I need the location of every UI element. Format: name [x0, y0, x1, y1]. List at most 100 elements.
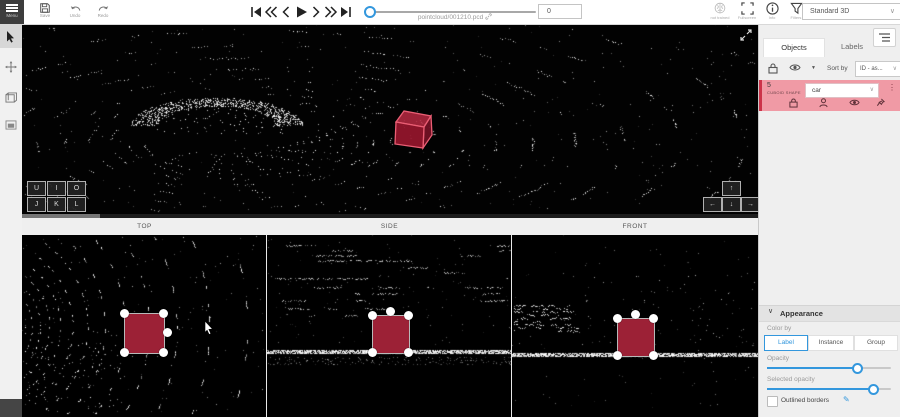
move-icon [5, 61, 17, 73]
handle-front-ne[interactable] [649, 314, 658, 323]
nav-arrow-right[interactable]: → [741, 197, 758, 212]
color-mode-instance-button[interactable]: Instance [808, 335, 854, 351]
chevron-down-icon: ∨ [870, 84, 874, 97]
pointcloud-filename: pointcloud/001210.pcd [380, 13, 530, 21]
handle-top-ne[interactable] [159, 309, 168, 318]
fullscreen-button[interactable]: Fullscreen [733, 2, 761, 20]
undo-button[interactable]: Undo [62, 2, 88, 18]
image-tool-button[interactable] [0, 114, 22, 137]
play-button[interactable] [294, 5, 309, 19]
object-lock-button[interactable] [789, 98, 798, 108]
front-view-panel[interactable] [512, 235, 758, 417]
play-icon [294, 5, 308, 19]
handle-front-se[interactable] [649, 351, 658, 360]
handle-top-se[interactable] [159, 348, 168, 357]
sort-select[interactable]: ID - as... ∨ [855, 61, 900, 77]
menu-button[interactable]: Menu [0, 0, 24, 24]
pin-icon [876, 98, 885, 108]
link-icon [485, 13, 492, 20]
nav-key-l[interactable]: L [67, 197, 86, 212]
step-forward-button[interactable] [309, 5, 324, 19]
handle-side-ne[interactable] [404, 311, 413, 320]
select-tool-button[interactable] [0, 25, 22, 48]
nav-arrow-up[interactable]: ↑ [722, 181, 741, 196]
skip-to-last-button[interactable] [339, 5, 354, 19]
object-menu-button[interactable]: ⋮ [888, 83, 896, 92]
outlined-borders-checkbox[interactable] [767, 396, 778, 407]
lock-icon [789, 98, 798, 108]
handle-top-nw[interactable] [120, 309, 129, 318]
nav-arrow-left[interactable]: ← [703, 197, 722, 212]
handle-front-top[interactable] [631, 310, 640, 319]
appearance-header[interactable]: ∨ Appearance [759, 305, 900, 322]
nav-key-u[interactable]: U [27, 181, 46, 196]
selected-cuboid-3d[interactable] [22, 24, 758, 218]
cuboid-side-view[interactable] [372, 315, 410, 354]
not-trained-indicator: not trained [706, 2, 734, 20]
selected-opacity-slider-handle[interactable] [868, 384, 879, 395]
step-backward-button[interactable] [279, 5, 294, 19]
object-assignee-button[interactable] [819, 98, 828, 108]
tab-objects[interactable]: Objects [763, 38, 825, 57]
expand-caret-icon[interactable]: ▼ [811, 65, 816, 71]
handle-top-rotate[interactable] [163, 328, 172, 337]
object-class-select[interactable]: car ∨ [805, 83, 879, 98]
handle-front-sw[interactable] [613, 351, 622, 360]
nav-key-o[interactable]: O [67, 181, 86, 196]
object-class-value: car [812, 87, 821, 94]
handle-top-sw[interactable] [120, 348, 129, 357]
handle-side-top[interactable] [386, 307, 395, 316]
handle-side-nw[interactable] [368, 311, 377, 320]
chevron-down-icon: ∨ [893, 62, 897, 76]
sort-select-value: ID - as... [860, 66, 883, 72]
handle-side-sw[interactable] [368, 348, 377, 357]
color-mode-label-button[interactable]: Label [764, 335, 808, 351]
redo-button[interactable]: Redo [90, 2, 116, 18]
frame-slider-handle[interactable] [364, 6, 376, 18]
skip-to-last-icon [339, 5, 353, 19]
cursor-icon [5, 30, 17, 43]
skip-to-first-button[interactable] [249, 5, 264, 19]
chevron-down-icon: ∨ [890, 4, 895, 19]
opacity-slider-handle[interactable] [852, 363, 863, 374]
object-card-car[interactable]: 5 CUBOID SHAPE car ∨ ⋮ [759, 80, 900, 111]
sidebar-footer-toggle[interactable] [0, 399, 22, 417]
visibility-all-button[interactable] [789, 63, 801, 72]
redo-label: Redo [90, 14, 116, 18]
layout-mode-select[interactable]: Standard 3D ∨ [802, 3, 900, 20]
object-pin-button[interactable] [876, 98, 885, 108]
ortho-view-headers: TOP SIDE FRONT [22, 218, 758, 236]
handle-side-se[interactable] [404, 348, 413, 357]
handle-front-nw[interactable] [613, 314, 622, 323]
hamburger-icon [6, 4, 18, 12]
save-button[interactable]: Save [32, 2, 58, 18]
cuboid-tool-button[interactable] [0, 86, 22, 109]
color-mode-group-button[interactable]: Group [854, 335, 898, 351]
cuboid-top-view[interactable] [124, 313, 165, 354]
top-view-panel[interactable] [22, 235, 266, 417]
sort-by-label: Sort by [827, 65, 848, 72]
nav-key-k[interactable]: K [47, 197, 66, 212]
nav-key-i[interactable]: I [47, 181, 66, 196]
nav-arrow-down[interactable]: ↓ [722, 197, 741, 212]
object-visibility-button[interactable] [849, 98, 860, 107]
fast-backward-button[interactable] [264, 5, 279, 19]
opacity-slider[interactable] [767, 367, 891, 369]
selected-opacity-slider[interactable] [767, 388, 891, 390]
tab-labels[interactable]: Labels [824, 38, 880, 56]
frame-number-input[interactable] [538, 4, 582, 19]
lock-icon [768, 63, 778, 74]
main-3d-view[interactable]: U I O J K L ↑ ← ↓ → [22, 24, 758, 218]
cuboid-front-view[interactable] [617, 318, 655, 357]
save-label: Save [32, 14, 58, 18]
nav-key-j[interactable]: J [27, 197, 46, 212]
side-view-panel[interactable] [267, 235, 511, 417]
lock-all-button[interactable] [768, 63, 778, 74]
fast-backward-icon [264, 5, 278, 19]
pan-tool-button[interactable] [0, 56, 22, 79]
fullscreen-label: Fullscreen [733, 16, 761, 20]
expand-view-icon[interactable] [740, 29, 752, 41]
edit-border-color-icon[interactable]: ✎ [843, 395, 850, 404]
mouse-cursor [204, 321, 214, 335]
fast-forward-button[interactable] [324, 5, 339, 19]
